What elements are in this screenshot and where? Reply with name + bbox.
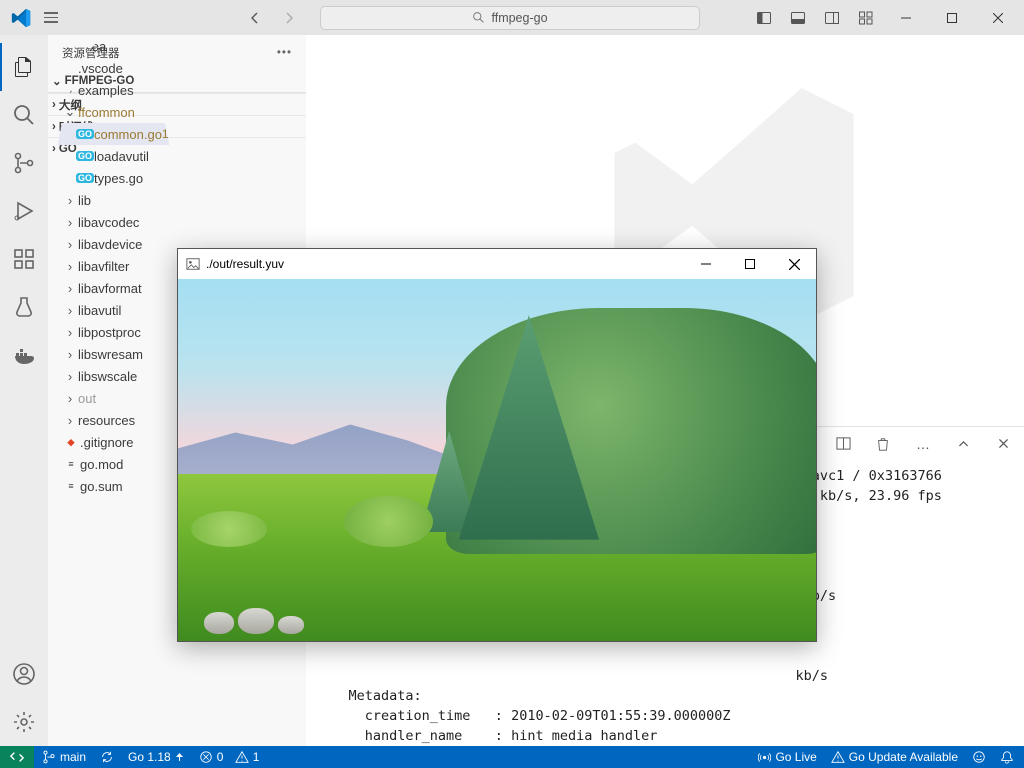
activity-explorer-icon[interactable] [0, 43, 48, 91]
problems-status[interactable]: 0 1 [199, 750, 260, 764]
command-center-search[interactable]: ffmpeg-go [320, 6, 700, 30]
tree-item-loadavutil[interactable]: GOloadavutil [48, 145, 179, 167]
layout-secondary-sidebar-icon[interactable] [816, 4, 848, 32]
window-close-button[interactable] [976, 3, 1020, 33]
activity-settings-icon[interactable] [0, 698, 48, 746]
git-branch-status[interactable]: main [42, 750, 86, 764]
tree-item-libavcodec[interactable]: ›libavcodec [48, 211, 179, 233]
image-window-title: ./out/result.yuv [206, 257, 284, 271]
terminal-kill-icon[interactable] [872, 437, 894, 451]
imgwin-maximize-button[interactable] [728, 249, 772, 279]
window-minimize-button[interactable] [884, 3, 928, 33]
imgwin-minimize-button[interactable] [684, 249, 728, 279]
nav-back-button[interactable] [242, 5, 268, 31]
terminal-maximize-icon[interactable] [952, 437, 974, 450]
tree-item-types-go[interactable]: GOtypes.go [48, 167, 179, 189]
remote-indicator[interactable] [0, 746, 34, 768]
notifications-icon[interactable] [1000, 750, 1014, 764]
sync-status[interactable] [100, 750, 114, 764]
tree-item-common-go[interactable]: GOcommon.go1 [48, 123, 179, 145]
tree-item-go-sum[interactable]: ≡go.sum [48, 475, 179, 497]
activity-extensions-icon[interactable] [0, 235, 48, 283]
image-viewport [178, 279, 816, 641]
activity-accounts-icon[interactable] [0, 650, 48, 698]
tree-item-libswresam[interactable]: ›libswresam [48, 343, 179, 365]
search-placeholder: ffmpeg-go [491, 11, 547, 25]
tree-item-resources[interactable]: ›resources [48, 409, 179, 431]
explorer-more-icon[interactable]: ••• [277, 47, 292, 59]
layout-customize-icon[interactable] [850, 4, 882, 32]
file-tree: ›.idea›.vscode›examples⌄ffcommonGOcommon… [48, 35, 179, 497]
layout-panel-icon[interactable] [782, 4, 814, 32]
go-update-status[interactable]: Go Update Available [831, 750, 958, 764]
tree-item-ffcommon[interactable]: ⌄ffcommon [48, 101, 179, 123]
activity-run-debug-icon[interactable] [0, 187, 48, 235]
go-live-status[interactable]: Go Live [758, 750, 816, 764]
tree-item-out[interactable]: ›out [48, 387, 179, 409]
tree-item-lib[interactable]: ›lib [48, 189, 179, 211]
feedback-icon[interactable] [972, 750, 986, 764]
terminal-more-icon[interactable]: … [912, 436, 934, 452]
tree-item-libavutil[interactable]: ›libavutil [48, 299, 179, 321]
activity-testing-icon[interactable] [0, 283, 48, 331]
tree-item-go-mod[interactable]: ≡go.mod [48, 453, 179, 475]
status-bar: main Go 1.18 0 1 Go Live Go Update Avail… [0, 746, 1024, 768]
tree-item-libavfilter[interactable]: ›libavfilter [48, 255, 179, 277]
window-maximize-button[interactable] [930, 3, 974, 33]
activity-bar [0, 35, 48, 746]
tree-item--gitignore[interactable]: ◆.gitignore [48, 431, 179, 453]
imgwin-close-button[interactable] [772, 249, 816, 279]
search-icon [472, 11, 485, 24]
tree-item-libavformat[interactable]: ›libavformat [48, 277, 179, 299]
image-file-icon [186, 257, 200, 271]
layout-primary-sidebar-icon[interactable] [748, 4, 780, 32]
tree-item-libavdevice[interactable]: ›libavdevice [48, 233, 179, 255]
activity-source-control-icon[interactable] [0, 139, 48, 187]
tree-item-libswscale[interactable]: ›libswscale [48, 365, 179, 387]
terminal-close-icon[interactable] [992, 437, 1014, 450]
menu-icon[interactable] [40, 8, 62, 27]
nav-forward-button[interactable] [276, 5, 302, 31]
tree-item-libpostproc[interactable]: ›libpostproc [48, 321, 179, 343]
terminal-split-icon[interactable] [832, 436, 854, 451]
go-version-status[interactable]: Go 1.18 [128, 750, 185, 764]
activity-search-icon[interactable] [0, 91, 48, 139]
image-window-titlebar[interactable]: ./out/result.yuv [178, 249, 816, 279]
titlebar: ffmpeg-go [0, 0, 1024, 35]
vscode-logo-icon [11, 8, 31, 28]
activity-docker-icon[interactable] [0, 331, 48, 379]
image-preview-window[interactable]: ./out/result.yuv [177, 248, 817, 642]
